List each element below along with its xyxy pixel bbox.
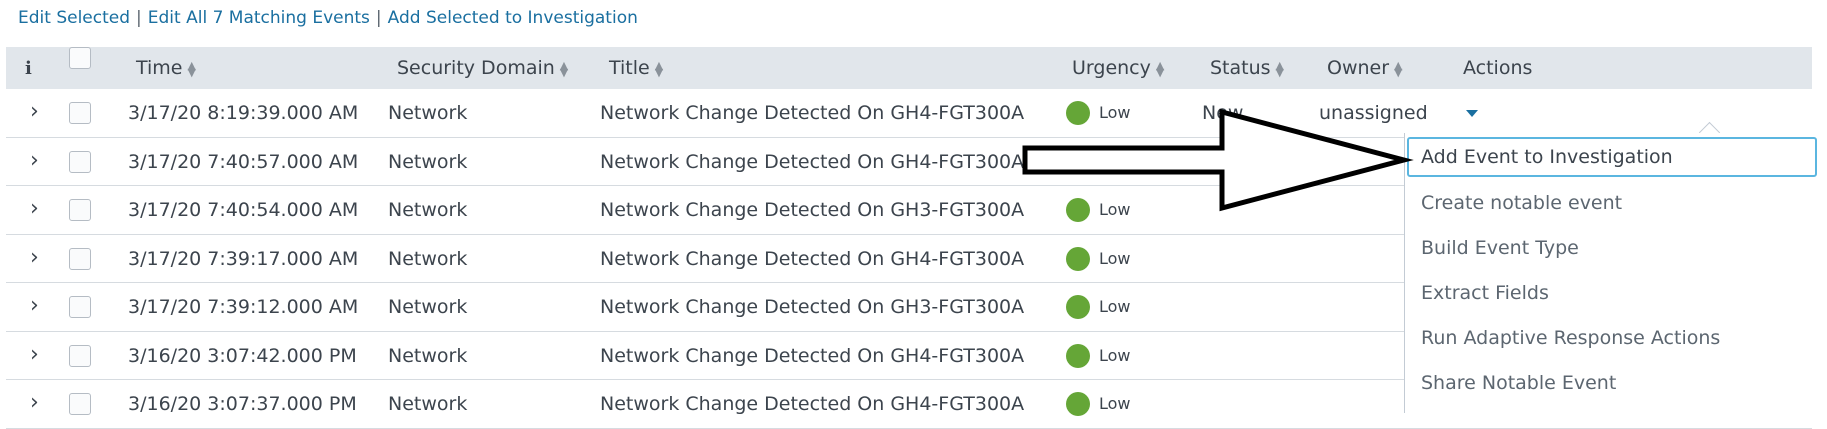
chevron-right-icon[interactable]: › — [30, 380, 39, 428]
urgency-column-header[interactable]: Urgency ▲ ▼ — [1072, 47, 1164, 89]
time-cell: 3/17/20 7:40:57.000 AM — [128, 150, 359, 173]
table-header: i Time ▲ ▼ Security Domain ▲ ▼ Title ▲ ▼ Urgen… — [6, 47, 1812, 89]
security-domain-cell: Network — [388, 344, 468, 367]
sort-icon: ▲ ▼ — [1155, 58, 1165, 79]
time-cell: 3/17/20 8:19:39.000 AM — [128, 102, 359, 124]
menu-item-add-event-to-investigation[interactable]: Add Event to Investigation — [1407, 137, 1817, 177]
title-cell[interactable]: Network Change Detected On GH4-FGT300A — [600, 138, 1024, 186]
title-cell[interactable]: Network Change Detected On GH4-FGT300A — [600, 235, 1024, 283]
urgency-header-label: Urgency — [1072, 57, 1151, 79]
actions-dropdown-menu: Add Event to Investigation Create notabl… — [1404, 133, 1825, 413]
title-cell[interactable]: Network Change Detected On GH4-FGT300A — [600, 89, 1024, 137]
row-checkbox[interactable] — [69, 247, 91, 270]
select-all-checkbox[interactable] — [69, 47, 91, 69]
time-cell: 3/16/20 3:07:37.000 PM — [128, 393, 357, 415]
security-domain-cell: Network — [388, 296, 468, 318]
menu-item-extract-fields[interactable]: Extract Fields — [1421, 273, 1549, 313]
security-domain-cell: Network — [388, 393, 468, 415]
urgency-dot-icon — [1066, 343, 1090, 368]
separator: | — [136, 8, 142, 28]
owner-header-label: Owner — [1327, 57, 1390, 79]
edit-selected-link[interactable]: Edit Selected — [18, 8, 130, 28]
urgency-label: Low — [1099, 200, 1131, 219]
status-column-header[interactable]: Status ▲ ▼ — [1210, 47, 1284, 89]
row-checkbox[interactable] — [69, 296, 91, 318]
sort-icon: ▲ ▼ — [654, 58, 664, 79]
urgency-label: Low — [1099, 345, 1131, 365]
separator: | — [375, 8, 382, 28]
security-domain-cell: Network — [388, 102, 468, 124]
menu-item-create-notable-event[interactable]: Create notable event — [1421, 183, 1622, 223]
security-domain-cell: Network — [388, 247, 468, 270]
chevron-right-icon[interactable]: › — [30, 186, 39, 234]
caret-down-icon[interactable] — [1466, 110, 1478, 117]
actions-column-header: Actions — [1463, 47, 1532, 89]
chevron-right-icon[interactable]: › — [30, 283, 39, 331]
urgency-dot-icon — [1066, 246, 1090, 271]
security-domain-cell: Network — [388, 150, 468, 173]
status-cell: New — [1202, 102, 1244, 124]
chevron-right-icon[interactable]: › — [30, 235, 39, 283]
time-cell: 3/17/20 7:39:17.000 AM — [128, 247, 359, 270]
time-cell: 3/17/20 7:39:12.000 AM — [128, 296, 359, 318]
row-checkbox[interactable] — [69, 199, 91, 221]
row-checkbox[interactable] — [69, 344, 91, 367]
row-checkbox[interactable] — [69, 393, 91, 415]
chevron-right-icon[interactable]: › — [30, 89, 39, 137]
edit-all-matching-link[interactable]: Edit All 7 Matching Events — [148, 8, 370, 28]
urgency-dot-icon — [1066, 392, 1090, 416]
sort-icon: ▲ ▼ — [559, 58, 569, 79]
owner-column-header[interactable]: Owner ▲ ▼ — [1327, 47, 1403, 89]
title-cell[interactable]: Network Change Detected On GH4-FGT300A — [600, 332, 1024, 380]
title-cell[interactable]: Network Change Detected On GH3-FGT300A — [600, 283, 1024, 331]
security-domain-column-header[interactable]: Security Domain ▲ ▼ — [397, 47, 568, 89]
urgency-label: Low — [1099, 394, 1131, 413]
menu-item-share-notable-event[interactable]: Share Notable Event — [1421, 363, 1616, 403]
status-header-label: Status — [1210, 57, 1271, 79]
sort-icon: ▲ ▼ — [1394, 58, 1403, 79]
row-checkbox[interactable] — [69, 102, 91, 124]
menu-item-run-adaptive-response-actions[interactable]: Run Adaptive Response Actions — [1421, 318, 1720, 358]
table-row: › 3/17/20 8:19:39.000 AM Network Network… — [6, 89, 1812, 138]
security-domain-header-label: Security Domain — [397, 57, 555, 79]
time-column-header[interactable]: Time ▲ ▼ — [136, 47, 196, 89]
urgency-label: Low — [1099, 248, 1131, 268]
actions-header-label: Actions — [1463, 57, 1533, 79]
title-cell[interactable]: Network Change Detected On GH4-FGT300A — [600, 380, 1024, 428]
urgency-dot-icon — [1066, 101, 1090, 125]
time-cell: 3/16/20 3:07:42.000 PM — [128, 344, 357, 367]
urgency-dot-icon — [1066, 149, 1090, 174]
row-checkbox[interactable] — [69, 150, 91, 173]
time-header-label: Time — [136, 57, 183, 79]
urgency-dot-icon — [1066, 295, 1090, 319]
chevron-right-icon[interactable]: › — [30, 332, 39, 380]
chevron-right-icon[interactable]: › — [30, 138, 39, 186]
urgency-label: Low — [1099, 151, 1131, 171]
urgency-label: Low — [1099, 297, 1131, 316]
sort-icon: ▲ ▼ — [187, 58, 196, 79]
title-cell[interactable]: Network Change Detected On GH3-FGT300A — [600, 186, 1024, 234]
title-column-header[interactable]: Title ▲ ▼ — [609, 47, 663, 89]
sort-icon: ▲ ▼ — [1275, 58, 1285, 79]
security-domain-cell: Network — [388, 199, 468, 221]
add-selected-to-investigation-link[interactable]: Add Selected to Investigation — [388, 8, 638, 28]
info-header: i — [25, 47, 32, 89]
menu-item-build-event-type[interactable]: Build Event Type — [1421, 228, 1579, 268]
urgency-label: Low — [1099, 103, 1131, 122]
bulk-actions-bar: Edit Selected | Edit All 7 Matching Events… — [18, 8, 638, 30]
urgency-dot-icon — [1066, 198, 1090, 222]
owner-cell: unassigned — [1319, 102, 1428, 124]
time-cell: 3/17/20 7:40:54.000 AM — [128, 199, 359, 221]
info-icon: i — [25, 58, 32, 79]
title-header-label: Title — [609, 57, 650, 79]
